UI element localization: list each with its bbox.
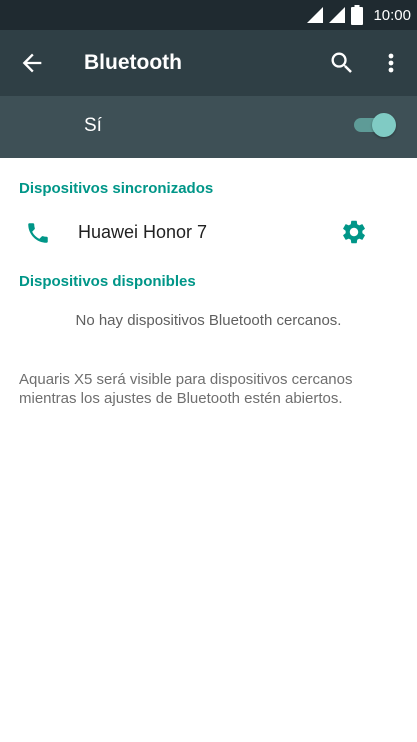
search-icon — [331, 52, 352, 73]
bluetooth-switch-bar[interactable]: Sí — [0, 96, 417, 158]
paired-device-name: Huawei Honor 7 — [78, 222, 208, 242]
no-devices-message: No hay dispositivos Bluetooth cercanos. — [75, 312, 342, 329]
gear-icon — [343, 220, 365, 244]
signal-icon — [329, 7, 346, 23]
battery-icon — [351, 5, 364, 25]
paired-device-row[interactable]: Huawei Honor 7 — [0, 208, 417, 256]
search-button[interactable] — [328, 49, 356, 77]
more-vert-icon — [388, 53, 394, 73]
page-title: Bluetooth — [84, 51, 182, 74]
visibility-notice: Aquaris X5 será visible para dispositivo… — [19, 371, 353, 407]
bluetooth-state-label: Sí — [84, 115, 102, 136]
available-devices-header: Dispositivos disponibles — [19, 273, 196, 290]
paired-devices-header: Dispositivos sincronizados — [19, 180, 214, 197]
status-bar: 10:00 — [0, 0, 417, 30]
bluetooth-toggle[interactable] — [354, 113, 396, 137]
device-settings-button[interactable] — [340, 218, 368, 246]
toggle-thumb — [372, 113, 396, 137]
more-options-button[interactable] — [380, 49, 402, 77]
status-icons: 10:00 — [307, 0, 411, 30]
back-button[interactable] — [18, 49, 46, 77]
signal-icon — [307, 7, 324, 23]
app-toolbar: Bluetooth — [0, 30, 417, 96]
phone-icon — [25, 220, 51, 246]
arrow-back-icon — [22, 53, 42, 73]
status-time: 10:00 — [373, 6, 411, 24]
